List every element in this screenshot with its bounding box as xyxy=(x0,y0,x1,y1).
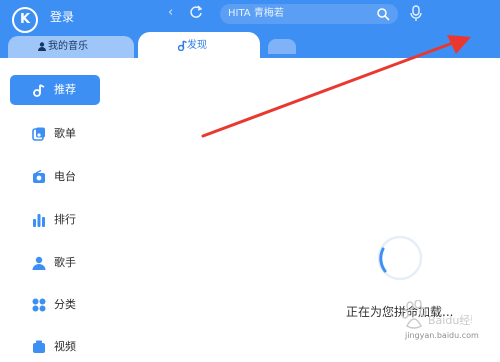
music-note-icon xyxy=(33,84,45,97)
sidebar-item-label: 视频 xyxy=(54,340,76,353)
search-bar[interactable]: HITA 青梅若 xyxy=(220,4,398,24)
search-input[interactable]: HITA 青梅若 xyxy=(228,7,284,21)
logo-letter: K xyxy=(19,12,31,27)
sidebar-item-singer[interactable]: 歌手 xyxy=(10,248,100,278)
watermark-text: Baidu经验 xyxy=(428,313,472,327)
sidebar-item-label: 分类 xyxy=(54,298,76,311)
main-tabs: 我的音乐 发现 xyxy=(0,32,500,60)
refresh-icon[interactable] xyxy=(189,5,203,19)
sidebar-item-radio[interactable]: 电台 xyxy=(10,162,100,192)
singer-icon xyxy=(32,256,46,270)
video-icon xyxy=(33,340,45,353)
sidebar-item-label: 歌手 xyxy=(54,256,76,269)
sidebar-item-category[interactable]: 分类 xyxy=(10,290,100,320)
watermark-domain: jingyan.baidu.com xyxy=(405,331,479,340)
user-icon xyxy=(38,42,46,51)
sidebar-item-label: 电台 xyxy=(54,170,76,183)
radio-icon xyxy=(33,170,45,183)
music-note-icon xyxy=(178,40,187,51)
tab-my-music-label: 我的音乐 xyxy=(48,41,88,52)
tab-discover-label: 发现 xyxy=(187,40,207,51)
sidebar-item-playlist[interactable]: 歌单 xyxy=(10,119,100,149)
sidebar: 推荐 歌单 电台 排行 歌手 分类 视频 xyxy=(0,58,112,353)
microphone-icon[interactable] xyxy=(408,4,424,22)
sidebar-item-label: 排行 xyxy=(54,213,76,226)
login-button[interactable]: 登录 xyxy=(50,9,74,25)
app-logo[interactable]: K xyxy=(12,7,38,33)
tab-my-music[interactable]: 我的音乐 xyxy=(8,36,134,58)
sidebar-item-ranking[interactable]: 排行 xyxy=(10,205,100,235)
top-bar: K 登录 ‹ HITA 青梅若 我的音乐 发现 xyxy=(0,0,500,60)
chart-icon xyxy=(33,214,45,227)
sidebar-item-label: 歌单 xyxy=(54,127,76,140)
sidebar-item-recommend[interactable]: 推荐 xyxy=(10,75,100,105)
category-icon xyxy=(32,298,46,312)
tab-extra[interactable] xyxy=(268,39,296,54)
playlist-icon xyxy=(32,127,45,141)
sidebar-item-video[interactable]: 视频 xyxy=(10,332,100,362)
sidebar-item-label: 推荐 xyxy=(54,83,76,96)
search-icon[interactable] xyxy=(376,7,390,21)
tab-discover[interactable]: 发现 xyxy=(138,32,260,60)
loading-spinner-icon xyxy=(377,235,423,281)
back-arrow-icon[interactable]: ‹ xyxy=(168,6,182,20)
